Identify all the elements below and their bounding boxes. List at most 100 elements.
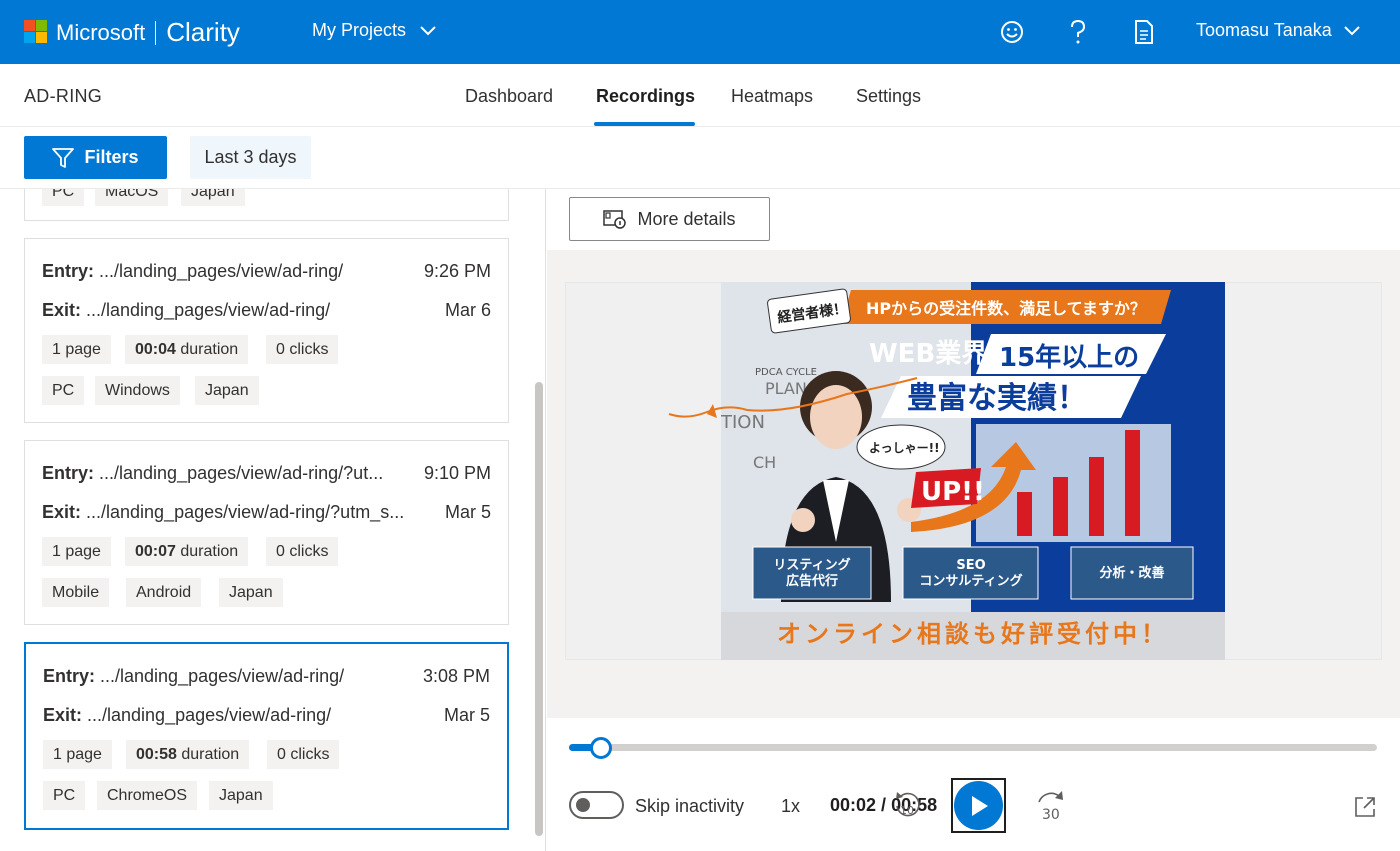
replay-banner-image: PDCA CYCLE PLAN TION CH HPからの受注件数、満足してます… bbox=[720, 282, 1225, 660]
entry-label: Entry: bbox=[43, 666, 96, 686]
brand-microsoft: Microsoft bbox=[56, 19, 146, 45]
speed-button[interactable]: 1x bbox=[781, 796, 800, 817]
exit-label: Exit: bbox=[42, 300, 82, 320]
os-chip: Windows bbox=[95, 376, 180, 405]
exit-row: Exit: .../landing_pages/view/ad-ring/ Mar… bbox=[43, 705, 490, 726]
recording-card-partial[interactable]: PC MacOS Japan bbox=[24, 189, 509, 221]
play-button[interactable] bbox=[951, 778, 1006, 833]
entry-label: Entry: bbox=[42, 463, 95, 483]
clicks-chip: 0 clicks bbox=[267, 740, 340, 769]
top-bar: Microsoft Clarity My Projects Toomasu Ta… bbox=[0, 0, 1400, 64]
microsoft-logo bbox=[24, 20, 47, 43]
entry-row: Entry: .../landing_pages/view/ad-ring/ 9:… bbox=[42, 261, 491, 282]
open-in-new-window-icon bbox=[1355, 797, 1375, 817]
duration-unit: duration bbox=[180, 542, 239, 560]
brand[interactable]: Microsoft Clarity bbox=[56, 17, 240, 48]
open-external-button[interactable] bbox=[1353, 795, 1377, 819]
duration-chip: 00:07 duration bbox=[125, 537, 249, 566]
my-projects-menu[interactable]: My Projects bbox=[312, 20, 436, 41]
filter-icon bbox=[52, 147, 75, 168]
device-chip: PC bbox=[42, 189, 85, 206]
user-menu[interactable]: Toomasu Tanaka bbox=[1196, 20, 1360, 41]
exit-row: Exit: .../landing_pages/view/ad-ring/?utm… bbox=[42, 502, 491, 523]
os-chip: ChromeOS bbox=[97, 781, 198, 810]
forward-30-button[interactable]: 30 bbox=[1033, 788, 1069, 823]
country-chip: Japan bbox=[181, 189, 245, 206]
recording-card[interactable]: Entry: .../landing_pages/view/ad-ring/?ut… bbox=[24, 440, 509, 625]
project-header: AD-RING Dashboard Recordings Heatmaps Se… bbox=[0, 64, 1400, 127]
duration-chip: 00:58 duration bbox=[126, 740, 250, 769]
chevron-down-icon bbox=[1344, 25, 1360, 35]
user-name: Toomasu Tanaka bbox=[1196, 20, 1332, 40]
exit-url: .../landing_pages/view/ad-ring/?utm_s... bbox=[86, 502, 405, 522]
timeline-track[interactable] bbox=[569, 737, 1377, 759]
entry-row: Entry: .../landing_pages/view/ad-ring/ 3:… bbox=[43, 666, 490, 687]
duration-value: 00:04 bbox=[135, 340, 176, 358]
playback-controls: Skip inactivity 1x 00:02 / 00:58 10 30 bbox=[547, 718, 1400, 851]
chevron-down-icon bbox=[420, 25, 436, 35]
banner-line1-b: 15年以上の bbox=[999, 342, 1139, 373]
os-chip: MacOS bbox=[95, 189, 169, 206]
session-time: 9:26 PM bbox=[423, 261, 491, 281]
tab-heatmaps[interactable]: Heatmaps bbox=[731, 86, 813, 107]
pages-chip: 1 page bbox=[43, 740, 112, 769]
clicks-chip: 0 clicks bbox=[266, 537, 339, 566]
skip-inactivity-toggle[interactable] bbox=[569, 791, 624, 819]
time-separator: / bbox=[876, 795, 892, 815]
bg-text-4: CH bbox=[753, 453, 776, 472]
rewind-icon: 10 bbox=[896, 792, 920, 817]
feedback-smiley-icon[interactable] bbox=[996, 16, 1028, 48]
recordings-list[interactable]: PC MacOS Japan Entry: .../landing_pages/v… bbox=[0, 189, 546, 851]
project-name: AD-RING bbox=[24, 86, 103, 106]
active-tab-indicator bbox=[594, 122, 695, 126]
player-panel: More details PDCA CYCLE PLAN TION CH HPか… bbox=[547, 189, 1400, 851]
duration-unit: duration bbox=[180, 340, 239, 358]
current-time: 00:02 bbox=[830, 795, 877, 815]
date-range-button[interactable]: Last 3 days bbox=[190, 136, 311, 179]
tab-dashboard[interactable]: Dashboard bbox=[465, 86, 553, 107]
help-icon[interactable] bbox=[1062, 16, 1094, 48]
exit-label: Exit: bbox=[42, 502, 82, 522]
pages-chip: 1 page bbox=[42, 335, 111, 364]
exit-url: .../landing_pages/view/ad-ring/ bbox=[87, 705, 332, 725]
clicks-chip: 0 clicks bbox=[266, 335, 339, 364]
my-projects-label: My Projects bbox=[312, 20, 407, 40]
duration-unit: duration bbox=[181, 745, 240, 763]
play-circle bbox=[954, 781, 1003, 830]
duration-value: 00:58 bbox=[136, 745, 177, 763]
exit-label: Exit: bbox=[43, 705, 83, 725]
banner-line2: 豊富な実績！ bbox=[907, 381, 1087, 416]
duration-value: 00:07 bbox=[135, 542, 176, 560]
entry-url: .../landing_pages/view/ad-ring/ bbox=[99, 261, 344, 281]
banner-footer: オンライン相談も好評受付中！ bbox=[777, 620, 1169, 648]
session-date: Mar 5 bbox=[443, 705, 490, 725]
filter-bar: Filters Last 3 days bbox=[0, 127, 1400, 189]
banner-graphic: PDCA CYCLE PLAN TION CH HPからの受注件数、満足してます… bbox=[720, 282, 1225, 660]
tab-settings[interactable]: Settings bbox=[856, 86, 921, 107]
duration-chip: 00:04 duration bbox=[125, 335, 249, 364]
filters-button[interactable]: Filters bbox=[24, 136, 167, 179]
list-scrollbar[interactable] bbox=[535, 382, 543, 836]
details-icon bbox=[603, 210, 627, 229]
recording-card-selected[interactable]: Entry: .../landing_pages/view/ad-ring/ 3:… bbox=[24, 642, 509, 830]
entry-label: Entry: bbox=[42, 261, 95, 281]
entry-url: .../landing_pages/view/ad-ring/?ut... bbox=[99, 463, 384, 483]
more-details-label: More details bbox=[637, 208, 736, 229]
recording-card[interactable]: Entry: .../landing_pages/view/ad-ring/ 9:… bbox=[24, 238, 509, 423]
tab-recordings[interactable]: Recordings bbox=[596, 86, 695, 107]
session-date: Mar 6 bbox=[444, 300, 491, 320]
forward-icon: 30 bbox=[1038, 791, 1063, 823]
banner-line1-a: WEB業界 bbox=[869, 339, 987, 369]
mouse-trail bbox=[668, 377, 918, 418]
timeline-handle[interactable] bbox=[590, 737, 612, 759]
session-time: 3:08 PM bbox=[422, 666, 490, 686]
rewind-10-button[interactable]: 10 bbox=[893, 790, 923, 822]
more-details-button[interactable]: More details bbox=[569, 197, 770, 241]
exit-row: Exit: .../landing_pages/view/ad-ring/ Mar… bbox=[42, 300, 491, 321]
device-chip: PC bbox=[43, 781, 86, 810]
document-icon[interactable] bbox=[1128, 16, 1160, 48]
banner-up: UP!! bbox=[921, 477, 985, 507]
session-date: Mar 5 bbox=[444, 502, 491, 522]
banner-headline: HPからの受注件数、満足してますか？ bbox=[866, 299, 1146, 318]
rewind-seconds: 10 bbox=[900, 804, 914, 817]
